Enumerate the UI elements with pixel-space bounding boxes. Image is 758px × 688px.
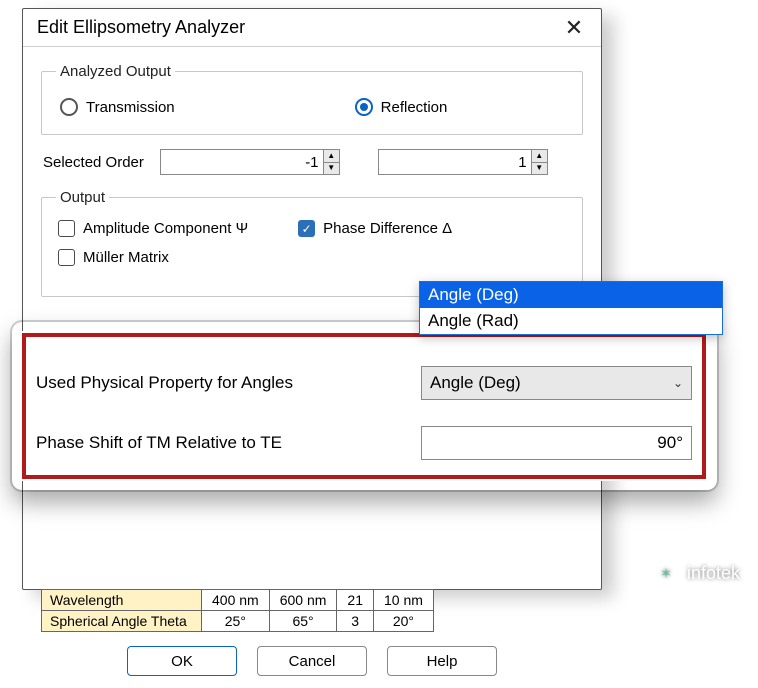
cell: 20° [373,611,433,632]
ok-button[interactable]: OK [127,646,237,676]
checkbox-icon [298,220,315,237]
table-row: Wavelength 400 nm 600 nm 21 10 nm [42,590,434,611]
phase-shift-value: 90° [657,433,683,453]
output-legend: Output [56,189,109,206]
checkbox-label: Phase Difference Δ [323,220,452,237]
cancel-button[interactable]: Cancel [257,646,367,676]
radio-reflection[interactable]: Reflection [355,98,448,116]
spinner-up-icon[interactable]: ▲ [532,150,547,162]
checkbox-icon [58,220,75,237]
radio-icon [355,98,373,116]
radio-icon [60,98,78,116]
row-header: Wavelength [42,590,202,611]
order-input-1[interactable] [161,150,323,174]
order-spinner-1[interactable]: ▲▼ [160,149,340,175]
radio-label: Reflection [381,99,448,116]
phase-shift-label: Phase Shift of TM Relative to TE [36,433,421,453]
spinner-up-icon[interactable]: ▲ [324,150,339,162]
order-spinner-2[interactable]: ▲▼ [378,149,548,175]
help-button[interactable]: Help [387,646,497,676]
cell: 10 nm [373,590,433,611]
highlight-panel: Used Physical Property for Angles Angle … [22,333,706,479]
select-value: Angle (Deg) [430,373,521,393]
close-icon[interactable]: ✕ [557,13,591,43]
cell: 65° [269,611,337,632]
checkbox-amplitude[interactable]: Amplitude Component Ψ [58,220,248,237]
cell: 600 nm [269,590,337,611]
dropdown-option-rad[interactable]: Angle (Rad) [420,308,722,334]
angles-property-label: Used Physical Property for Angles [36,373,421,393]
checkbox-phase-diff[interactable]: Phase Difference Δ [298,220,452,237]
cell: 25° [202,611,270,632]
analyzed-output-legend: Analyzed Output [56,63,175,80]
checkbox-icon [58,249,75,266]
row-header: Spherical Angle Theta [42,611,202,632]
titlebar: Edit Ellipsometry Analyzer ✕ [23,9,601,47]
order-input-2[interactable] [379,150,531,174]
analyzed-output-group: Analyzed Output Transmission Reflection [41,63,583,135]
checkbox-label: Amplitude Component Ψ [83,220,248,237]
dialog-title: Edit Ellipsometry Analyzer [37,17,557,38]
cell: 3 [337,611,374,632]
cell: 21 [337,590,374,611]
dropdown-option-deg[interactable]: Angle (Deg) [420,282,722,308]
button-row: OK Cancel Help [41,632,583,676]
angles-unit-select[interactable]: Angle (Deg) ⌄ [421,366,692,400]
table-row: Spherical Angle Theta 25° 65° 3 20° [42,611,434,632]
selected-order-label: Selected Order [43,154,144,171]
checkbox-muller[interactable]: Müller Matrix [58,249,169,266]
selected-order-row: Selected Order ▲▼ ▲▼ [41,145,583,183]
cell: 400 nm [202,590,270,611]
param-table: Wavelength 400 nm 600 nm 21 10 nm Spheri… [41,589,434,632]
phase-shift-field[interactable]: 90° [421,426,692,460]
watermark: ✶ infotek [653,560,740,586]
radio-label: Transmission [86,99,175,116]
angles-unit-dropdown[interactable]: Angle (Deg) Angle (Rad) [419,281,723,335]
watermark-text: infotek [687,563,740,584]
checkbox-label: Müller Matrix [83,249,169,266]
chat-icon: ✶ [653,560,679,586]
chevron-down-icon: ⌄ [673,376,683,390]
spinner-down-icon[interactable]: ▼ [532,162,547,175]
radio-transmission[interactable]: Transmission [60,98,175,116]
spinner-down-icon[interactable]: ▼ [324,162,339,175]
